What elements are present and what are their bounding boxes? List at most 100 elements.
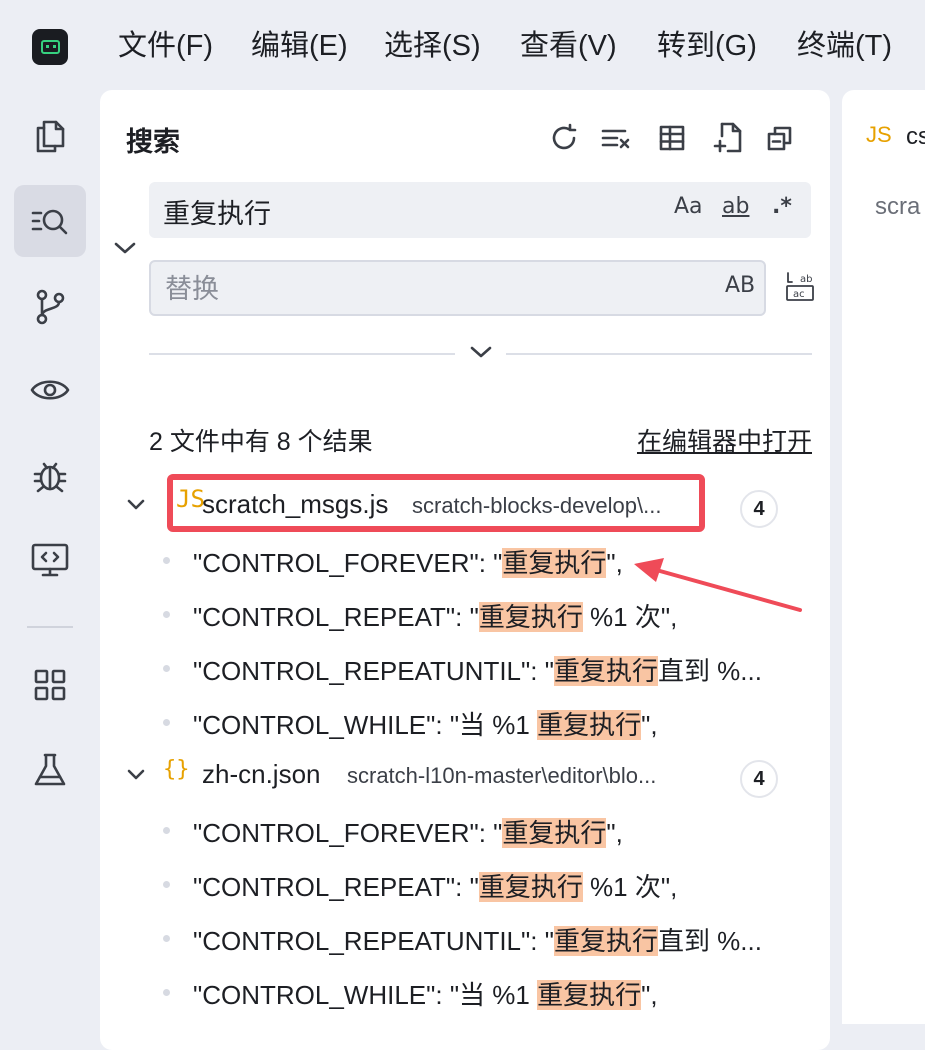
app-logo[interactable]: [32, 29, 68, 65]
remote-button[interactable]: [14, 524, 86, 596]
match-bullet: [163, 989, 170, 996]
match-highlight: 重复执行: [537, 980, 642, 1010]
result-match-row[interactable]: "CONTROL_REPEAT": "重复执行 %1 次",: [100, 859, 830, 909]
match-text: "CONTROL_REPEAT": "重复执行 %1 次",: [193, 602, 678, 632]
annotation-highlight-box: [167, 474, 705, 532]
chevron-down-icon: [114, 242, 136, 254]
svg-text:ab: ab: [800, 274, 812, 285]
activity-separator: [27, 626, 73, 628]
collapse-all-button[interactable]: [762, 120, 798, 156]
debug-button[interactable]: [14, 439, 86, 511]
activity-bar: [0, 92, 100, 1024]
menu-selection[interactable]: 选择(S): [384, 26, 481, 66]
refresh-icon: [552, 123, 577, 150]
match-text: "CONTROL_REPEATUNTIL": "重复执行直到 %...: [193, 926, 762, 956]
result-match-row[interactable]: "CONTROL_REPEATUNTIL": "重复执行直到 %...: [100, 913, 830, 963]
match-text: "CONTROL_WHILE": "当 %1 重复执行",: [193, 710, 658, 740]
refresh-button[interactable]: [546, 120, 582, 156]
result-match-row[interactable]: "CONTROL_REPEATUNTIL": "重复执行直到 %...: [100, 643, 830, 693]
view-as-tree-button[interactable]: [654, 120, 690, 156]
testing-button[interactable]: [14, 734, 86, 806]
replace-input[interactable]: [163, 262, 647, 316]
editor-tab-label[interactable]: cs: [906, 123, 925, 151]
annotation-arrow-icon: [634, 558, 802, 612]
result-match-row[interactable]: "CONTROL_FOREVER": "重复执行",: [100, 805, 830, 855]
search-input[interactable]: [161, 182, 645, 240]
match-highlight: 重复执行: [478, 872, 583, 902]
use-regex-toggle[interactable]: .*: [772, 194, 792, 219]
explorer-button[interactable]: [14, 100, 86, 172]
menu-bar: 文件(F) 编辑(E) 选择(S) 查看(V) 转到(G) 终端(T): [0, 0, 925, 92]
menu-go[interactable]: 转到(G): [657, 26, 757, 66]
match-text: "CONTROL_REPEATUNTIL": "重复执行直到 %...: [193, 656, 762, 686]
match-bullet: [163, 719, 170, 726]
match-text: "CONTROL_REPEAT": "重复执行 %1 次",: [193, 872, 678, 902]
match-case-toggle[interactable]: Aa: [674, 194, 703, 219]
match-bullet: [163, 935, 170, 942]
clear-results-icon: [601, 129, 630, 149]
match-highlight: 重复执行: [478, 602, 583, 632]
extensions-button[interactable]: [14, 649, 86, 721]
menu-file[interactable]: 文件(F): [118, 26, 213, 66]
replace-all-button[interactable]: ab ac: [784, 270, 816, 302]
results-summary: 2 文件中有 8 个结果: [149, 428, 373, 456]
menu-view[interactable]: 查看(V): [520, 26, 617, 66]
match-count-badge: 4: [740, 490, 778, 528]
match-bullet: [163, 611, 170, 618]
eye-icon: [30, 380, 70, 400]
app-logo-dots: [46, 45, 56, 51]
result-file-row[interactable]: {} zh-cn.json scratch-l10n-master\editor…: [100, 751, 830, 801]
source-control-button[interactable]: [14, 270, 86, 342]
collapse-all-icon: [767, 126, 792, 151]
source-control-icon: [36, 289, 65, 325]
result-match-row[interactable]: "CONTROL_WHILE": "当 %1 重复执行",: [100, 967, 830, 1017]
details-divider-left: [149, 353, 455, 355]
result-match-row[interactable]: "CONTROL_WHILE": "当 %1 重复执行",: [100, 697, 830, 747]
match-highlight: 重复执行: [553, 656, 658, 686]
chevron-down-icon: [470, 346, 492, 358]
match-highlight: 重复执行: [537, 710, 642, 740]
explorer-icon: [36, 120, 65, 153]
new-search-editor-button[interactable]: [710, 120, 746, 156]
match-text: "CONTROL_WHILE": "当 %1 重复执行",: [193, 980, 658, 1010]
chevron-down-icon: [127, 499, 145, 510]
menu-terminal[interactable]: 终端(T): [797, 26, 892, 66]
json-file-icon: {}: [163, 757, 190, 782]
replace-field: AB: [149, 260, 766, 316]
match-count-badge: 4: [740, 760, 778, 798]
search-field: Aa ab .*: [149, 182, 811, 240]
match-text: "CONTROL_FOREVER": "重复执行",: [193, 548, 623, 578]
breadcrumb[interactable]: scra: [875, 193, 920, 221]
match-bullet: [163, 665, 170, 672]
editor-area: JS cs scra: [842, 90, 925, 1024]
match-bullet: [163, 557, 170, 564]
debug-icon: [33, 462, 67, 493]
toggle-replace-button[interactable]: [112, 238, 138, 263]
extensions-icon: [34, 669, 66, 701]
open-in-editor-link[interactable]: 在编辑器中打开: [637, 422, 812, 458]
new-search-editor-icon: [713, 122, 742, 153]
match-highlight: 重复执行: [502, 548, 607, 578]
chevron-down-icon: [127, 769, 145, 780]
result-file-name: zh-cn.json: [202, 759, 321, 789]
search-icon: [31, 209, 68, 235]
result-file-path: scratch-l10n-master\editor\blo...: [347, 763, 657, 788]
match-bullet: [163, 881, 170, 888]
details-divider-right: [506, 353, 812, 355]
toggle-search-details-button[interactable]: [468, 342, 494, 367]
match-text: "CONTROL_FOREVER": "重复执行",: [193, 818, 623, 848]
clear-results-button[interactable]: [598, 120, 634, 156]
js-file-icon: JS: [866, 122, 892, 147]
panel-title: 搜索: [126, 127, 180, 157]
search-button[interactable]: [14, 185, 86, 257]
preview-button[interactable]: [14, 354, 86, 426]
svg-text:ac: ac: [793, 289, 805, 300]
match-bullet: [163, 827, 170, 834]
testing-icon: [34, 753, 66, 786]
match-whole-word-toggle[interactable]: ab: [722, 194, 749, 219]
preserve-case-toggle[interactable]: AB: [725, 273, 755, 298]
menu-edit[interactable]: 编辑(E): [251, 26, 348, 66]
match-highlight: 重复执行: [502, 818, 607, 848]
remote-icon: [31, 543, 69, 577]
match-highlight: 重复执行: [553, 926, 658, 956]
